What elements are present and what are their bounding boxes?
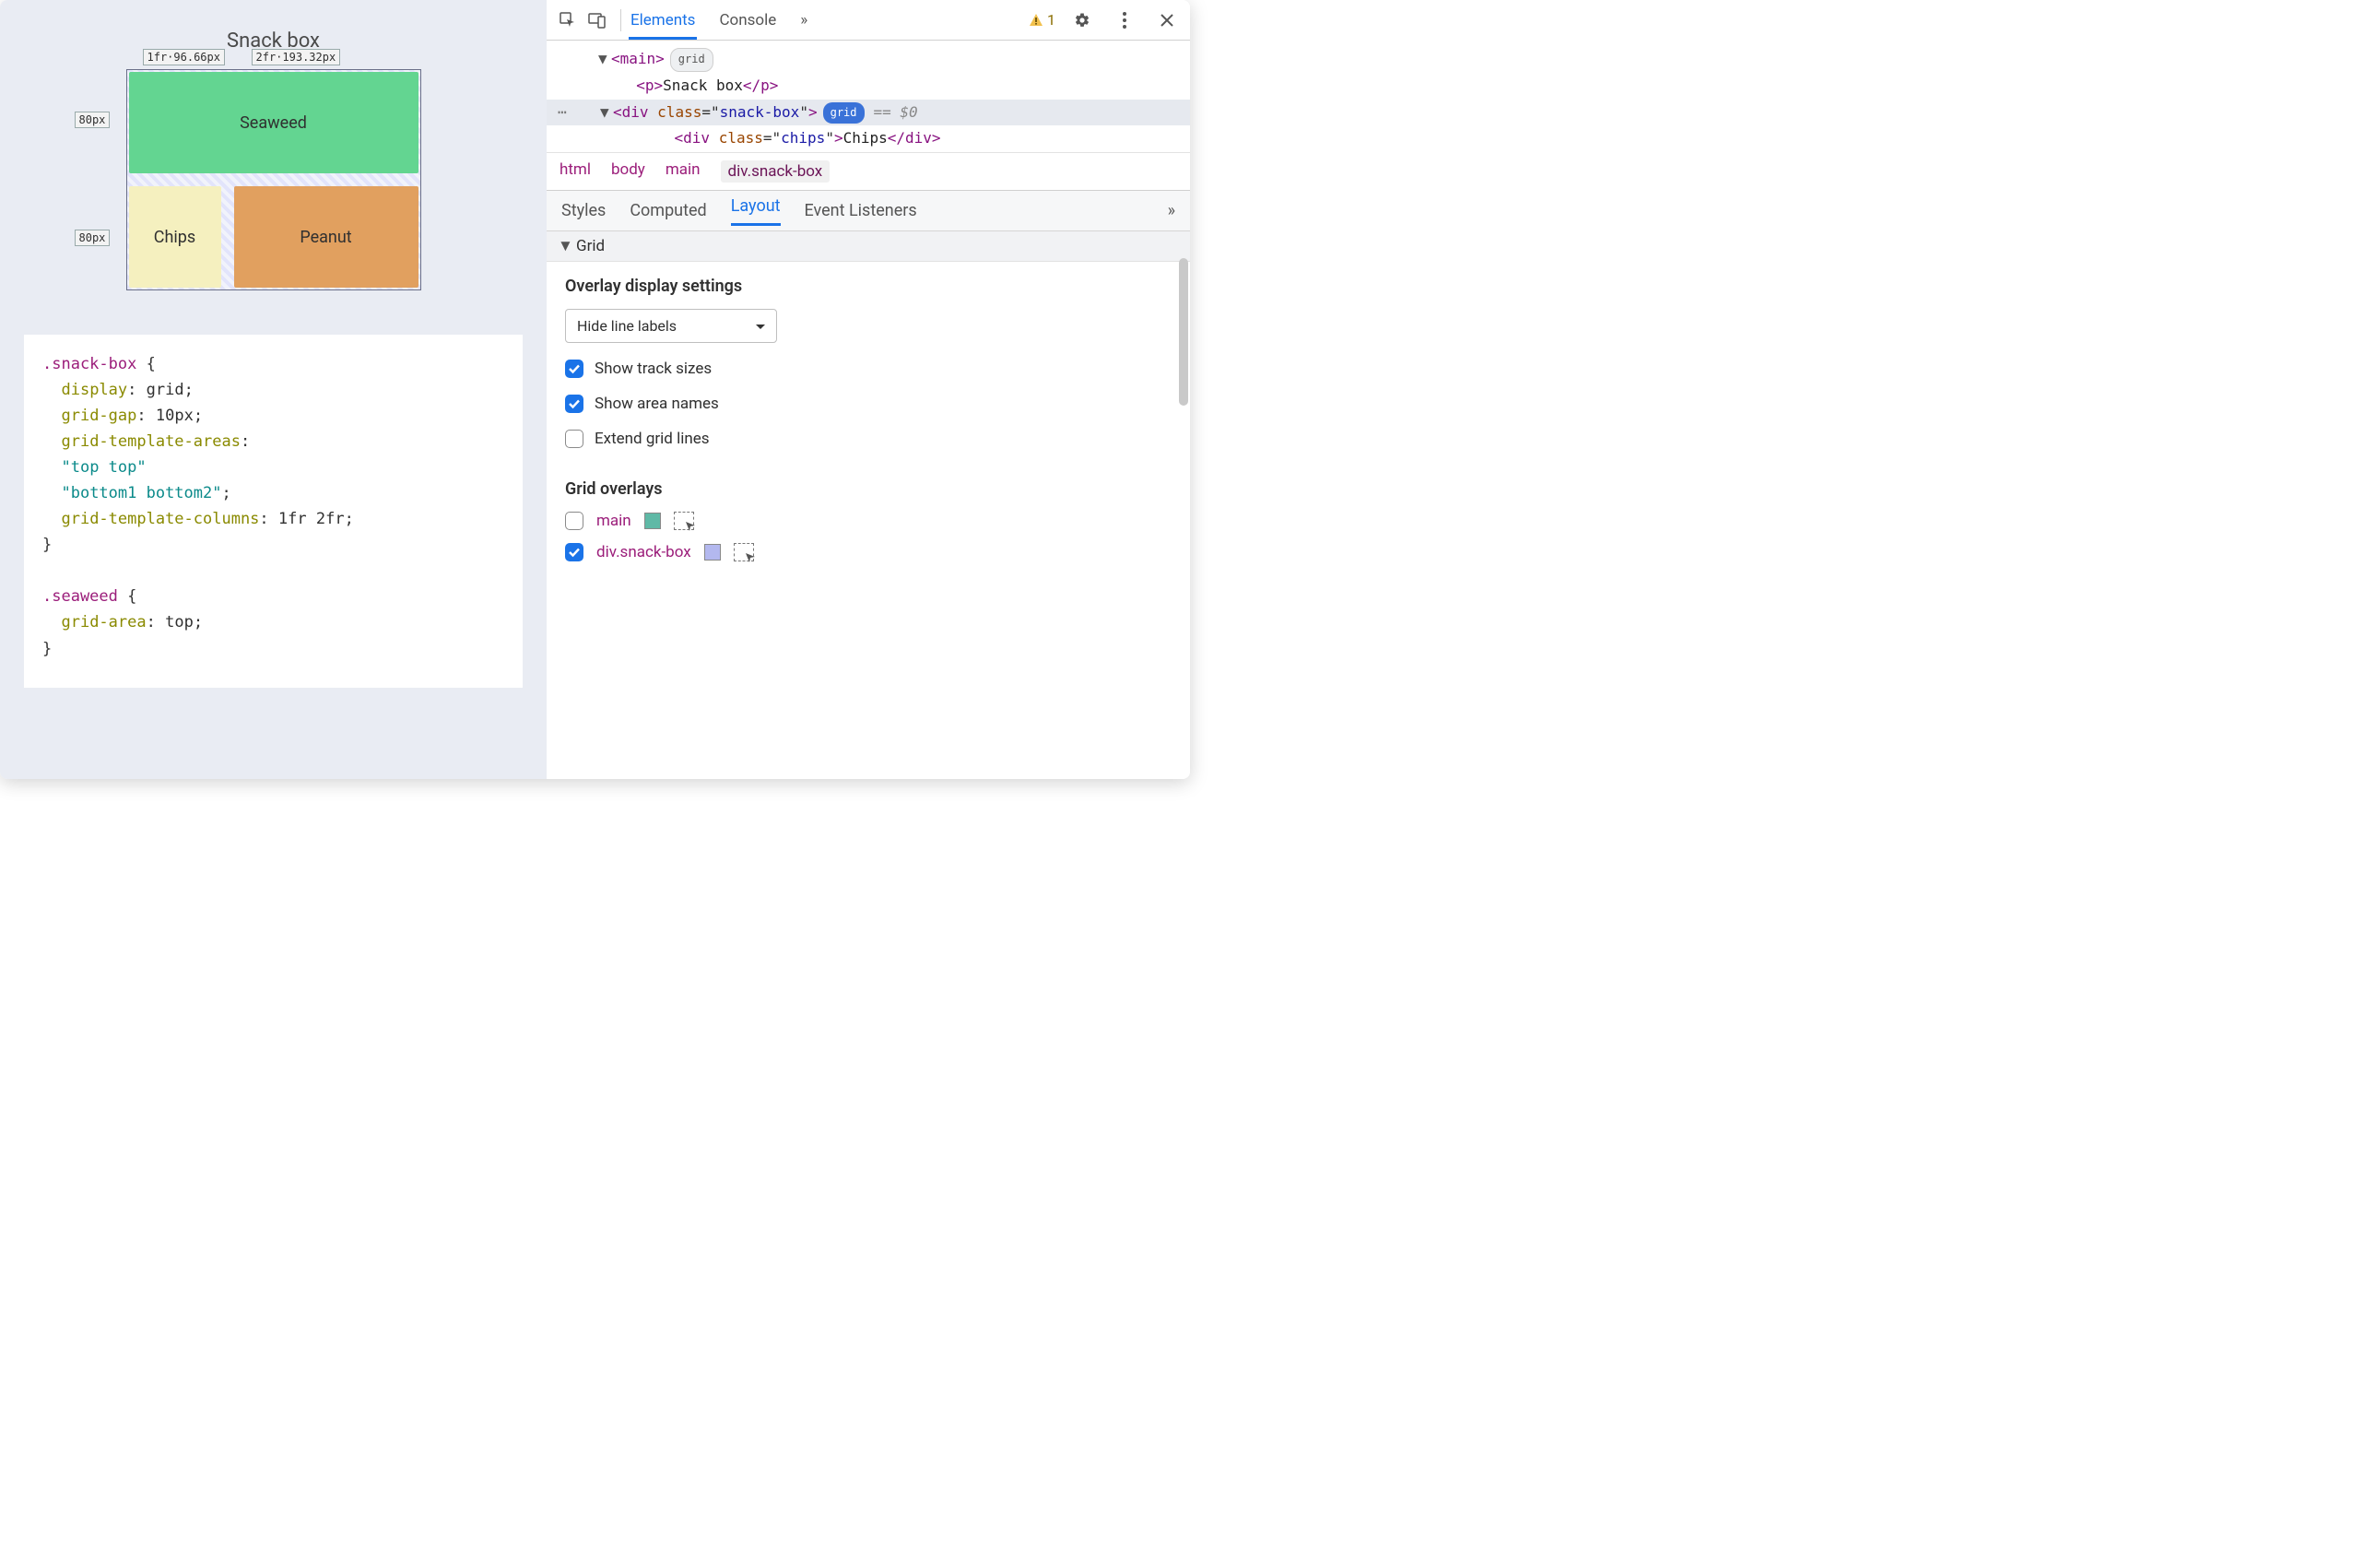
dom-node-snack-box[interactable]: ▼<div class="snack-box">grid== $0 (547, 100, 1190, 126)
tab-elements[interactable]: Elements (629, 2, 697, 40)
show-track-sizes-row[interactable]: Show track sizes (565, 360, 1172, 378)
styles-subtab-bar: Styles Computed Layout Event Listeners » (547, 191, 1190, 231)
dom-node-p[interactable]: <p>Snack box</p> (598, 73, 1181, 100)
line-labels-select[interactable]: Hide line labels (565, 309, 777, 343)
grid-section-header[interactable]: ▼ Grid (547, 231, 1190, 262)
css-code-block: .snack-box { display: grid; grid-gap: 10… (24, 335, 523, 688)
dom-node-chips[interactable]: <div class="chips">Chips</div> (598, 125, 1181, 152)
checkbox-checked-icon[interactable] (565, 543, 583, 561)
grid-overlay-wrapper: 80px 80px 1fr·96.66px 2fr·193.32px top b… (126, 69, 421, 290)
col-size-label: 2fr·193.32px (252, 49, 341, 65)
row-size-label: 80px (75, 112, 111, 128)
subtab-computed[interactable]: Computed (630, 201, 706, 220)
snack-box-grid: Seaweed Chips Peanut (126, 69, 421, 290)
cell-seaweed: Seaweed (129, 72, 418, 173)
checkbox-label: Show area names (595, 395, 719, 413)
subtab-layout[interactable]: Layout (731, 196, 781, 226)
locate-element-icon[interactable] (734, 543, 754, 561)
color-swatch[interactable] (704, 544, 721, 561)
cell-peanut: Peanut (234, 186, 418, 288)
overlay-name[interactable]: div.snack-box (596, 543, 691, 561)
separator (620, 9, 621, 31)
subtab-event-listeners[interactable]: Event Listeners (805, 201, 917, 220)
warning-badge[interactable]: 1 (1029, 11, 1055, 29)
devtools-pane: Elements Console » 1 (547, 0, 1190, 779)
subtab-styles[interactable]: Styles (561, 201, 606, 220)
page-preview-pane: Snack box 80px 80px 1fr·96.66px 2fr·193.… (0, 0, 547, 779)
color-swatch[interactable] (644, 513, 661, 529)
close-icon[interactable] (1153, 6, 1181, 34)
warning-count: 1 (1047, 11, 1055, 29)
overlay-settings-heading: Overlay display settings (565, 277, 1172, 296)
checkbox-unchecked-icon[interactable] (565, 430, 583, 448)
checkbox-unchecked-icon[interactable] (565, 512, 583, 530)
select-value: Hide line labels (577, 317, 677, 335)
checkbox-label: Show track sizes (595, 360, 712, 378)
overlay-row-main: main (565, 512, 1172, 530)
crumb-body[interactable]: body (611, 160, 645, 183)
inspect-element-icon[interactable] (554, 6, 582, 34)
checkbox-label: Extend grid lines (595, 430, 710, 448)
overlay-name[interactable]: main (596, 512, 631, 530)
breadcrumb: html body main div.snack-box (547, 152, 1190, 191)
layout-panel-body: Overlay display settings Hide line label… (547, 262, 1190, 779)
devtools-toolbar: Elements Console » 1 (547, 0, 1190, 41)
overlay-row-snack-box: div.snack-box (565, 543, 1172, 561)
scrollbar[interactable] (1179, 258, 1188, 406)
locate-element-icon[interactable] (674, 512, 694, 530)
dom-tree[interactable]: ▼<main>grid <p>Snack box</p> ▼<div class… (547, 41, 1190, 152)
crumb-html[interactable]: html (560, 160, 591, 183)
crumb-snack-box[interactable]: div.snack-box (721, 160, 831, 183)
device-toggle-icon[interactable] (583, 6, 611, 34)
col-size-label: 1fr·96.66px (143, 49, 225, 65)
dom-node-main[interactable]: ▼<main>grid (598, 46, 1181, 73)
gear-icon[interactable] (1068, 6, 1096, 34)
grid-section-title: Grid (576, 237, 605, 255)
tabs-overflow[interactable]: » (798, 2, 809, 39)
tab-console[interactable]: Console (717, 2, 778, 39)
extend-grid-lines-row[interactable]: Extend grid lines (565, 430, 1172, 448)
disclosure-triangle-icon: ▼ (558, 237, 571, 255)
show-area-names-row[interactable]: Show area names (565, 395, 1172, 413)
crumb-main[interactable]: main (666, 160, 701, 183)
checkbox-checked-icon[interactable] (565, 395, 583, 413)
grid-overlays-heading: Grid overlays (565, 479, 1172, 499)
cell-chips: Chips (129, 186, 221, 288)
subtabs-overflow[interactable]: » (1168, 201, 1175, 220)
row-size-label: 80px (75, 230, 111, 246)
checkbox-checked-icon[interactable] (565, 360, 583, 378)
kebab-menu-icon[interactable] (1111, 6, 1138, 34)
